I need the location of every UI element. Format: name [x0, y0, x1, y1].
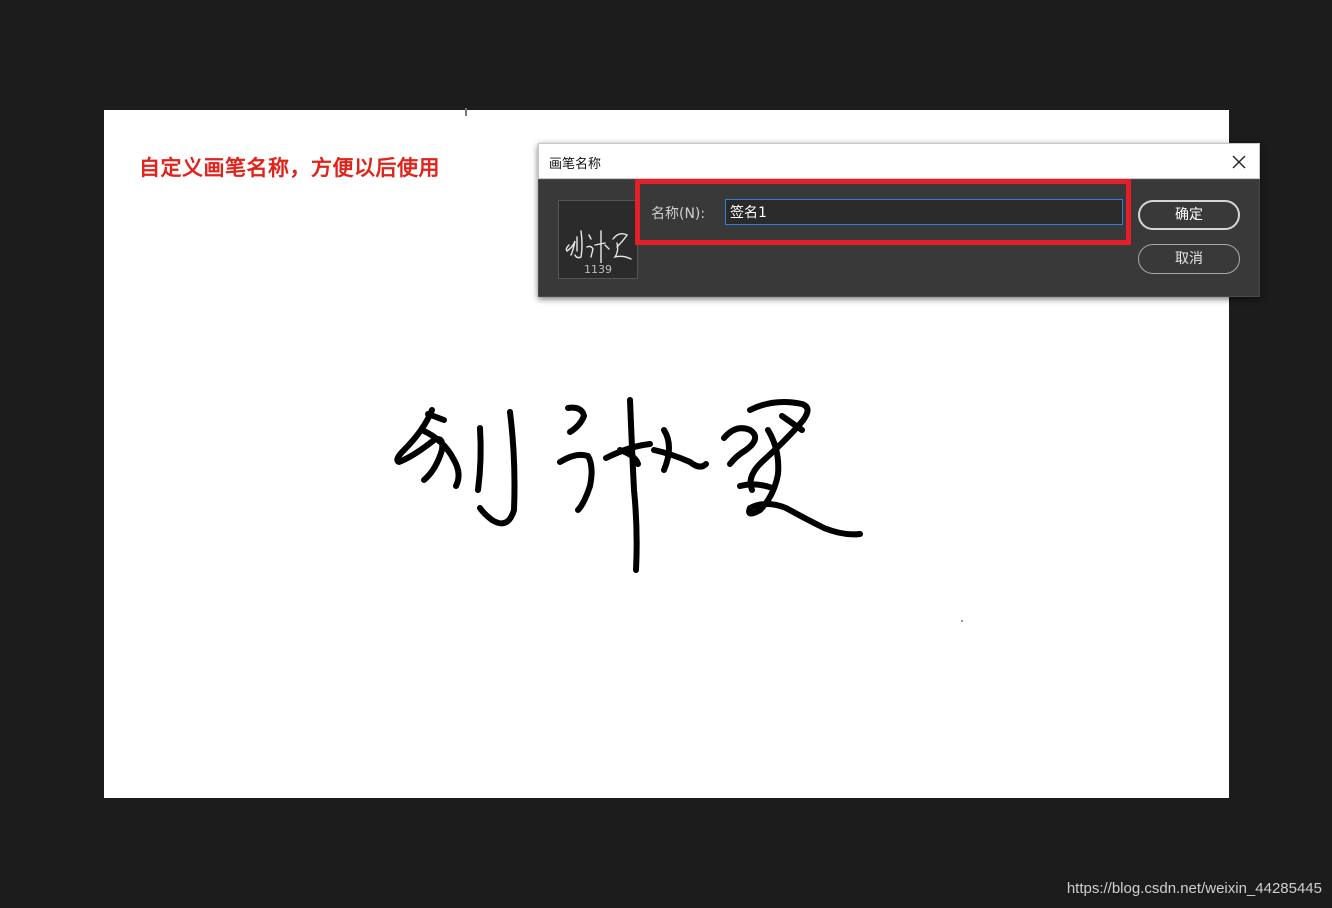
- ok-button[interactable]: 确定: [1138, 200, 1240, 230]
- signature-brush-icon: [565, 230, 632, 263]
- canvas-dot: [961, 620, 963, 622]
- brush-name-input[interactable]: [725, 199, 1123, 225]
- canvas-mark: [465, 108, 467, 116]
- dialog-body: 1139 名称(N): 确定 取消: [538, 179, 1260, 297]
- name-label: 名称(N):: [651, 206, 706, 222]
- close-icon[interactable]: [1225, 148, 1253, 176]
- brush-count: 1139: [584, 263, 612, 276]
- watermark: https://blog.csdn.net/weixin_44285445: [1066, 880, 1322, 897]
- annotation-text: 自定义画笔名称，方便以后使用: [139, 155, 440, 180]
- cancel-button[interactable]: 取消: [1138, 244, 1240, 274]
- signature-drawing: [394, 397, 863, 573]
- brush-name-dialog: 画笔名称 1139 名称(N): 确定 取: [538, 143, 1260, 297]
- dialog-title: 画笔名称: [549, 157, 602, 172]
- dialog-titlebar[interactable]: 画笔名称: [538, 143, 1260, 179]
- brush-preview: 1139: [558, 200, 638, 279]
